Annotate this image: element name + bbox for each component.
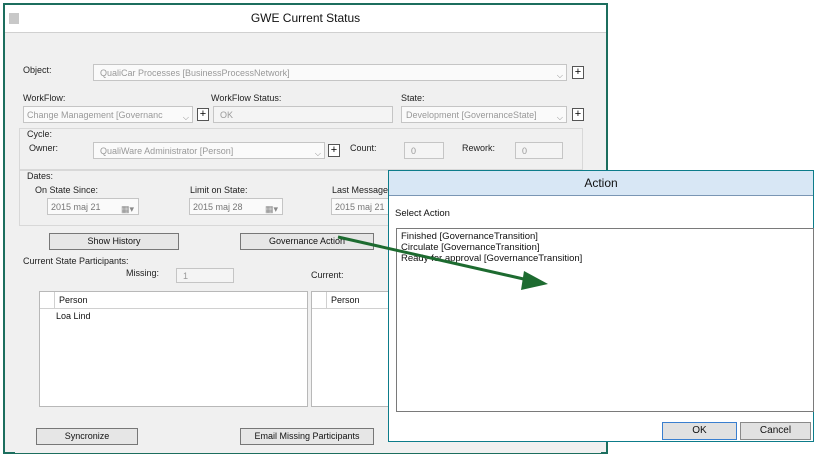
chevron-down-icon: ⌵ (182, 113, 189, 122)
missing-list-header-person[interactable]: Person (54, 292, 307, 308)
list-item[interactable]: Ready for approval [GovernanceTransition… (401, 253, 582, 264)
syncronize-button[interactable]: Syncronize (36, 428, 138, 445)
limit-on-state-value: 2015 maj 28 (193, 202, 243, 212)
chevron-down-icon: ⌵ (556, 71, 563, 80)
add-owner-button[interactable]: + (328, 144, 340, 157)
window-menu-icon[interactable] (9, 13, 19, 24)
workflow-label: WorkFlow: (23, 93, 66, 103)
on-state-since-label: On State Since: (35, 185, 99, 195)
missing-participants-list[interactable]: Person Loa Lind (39, 291, 308, 407)
list-item[interactable]: Finished [GovernanceTransition] (401, 231, 538, 242)
object-label: Object: (23, 65, 52, 75)
action-dialog: Action Select Action Finished [Governanc… (388, 170, 814, 442)
missing-count-value: 1 (183, 271, 189, 281)
current-list-header: Person (312, 292, 394, 309)
object-select-value: QualiCar Processes [BusinessProcessNetwo… (100, 68, 290, 78)
email-missing-participants-button[interactable]: Email Missing Participants (240, 428, 374, 445)
dates-label: Dates: (27, 171, 54, 181)
state-label: State: (401, 93, 425, 103)
count-value: 0 (411, 146, 417, 156)
calendar-icon[interactable]: ▦▾ (265, 201, 278, 214)
cancel-button[interactable]: Cancel (740, 422, 811, 440)
add-workflow-button[interactable]: + (197, 108, 209, 121)
on-state-since-value: 2015 maj 21 (51, 202, 101, 212)
rework-field: 0 (515, 142, 563, 159)
list-item[interactable]: Circulate [GovernanceTransition] (401, 242, 540, 253)
ok-button[interactable]: OK (662, 422, 737, 440)
rework-value: 0 (522, 146, 528, 156)
participants-label: Current State Participants: (23, 256, 129, 266)
workflow-status-field: OK (213, 106, 393, 123)
dialog-title: Action (389, 171, 813, 196)
action-list[interactable]: Finished [GovernanceTransition] Circulat… (396, 228, 814, 412)
current-participants-list[interactable]: Person (311, 291, 395, 407)
owner-label: Owner: (29, 143, 59, 153)
show-history-button[interactable]: Show History (49, 233, 179, 250)
workflow-select[interactable]: Change Management [Governanc ⌵ (23, 106, 193, 123)
current-list-header-person[interactable]: Person (326, 292, 394, 308)
missing-label: Missing: (126, 268, 160, 278)
governance-action-button[interactable]: Governance Action (240, 233, 374, 250)
select-action-label: Select Action (395, 208, 450, 219)
cycle-label: Cycle: (27, 129, 53, 139)
current-label: Current: (311, 270, 344, 280)
owner-select-value: QualiWare Administrator [Person] (100, 146, 234, 156)
on-state-since-date[interactable]: 2015 maj 21 ▦▾ (47, 198, 139, 215)
state-select[interactable]: Development [GovernanceState] ⌵ (401, 106, 567, 123)
state-select-value: Development [GovernanceState] (406, 110, 537, 120)
object-select[interactable]: QualiCar Processes [BusinessProcessNetwo… (93, 64, 567, 81)
limit-on-state-date[interactable]: 2015 maj 28 ▦▾ (189, 198, 283, 215)
count-label: Count: (350, 143, 377, 153)
window-title: GWE Current Status (5, 5, 606, 33)
rework-label: Rework: (462, 143, 496, 153)
chevron-down-icon: ⌵ (314, 149, 321, 158)
count-field: 0 (404, 142, 444, 159)
workflow-select-value: Change Management [Governanc (27, 110, 163, 120)
last-message-date[interactable]: 2015 maj 21 (331, 198, 395, 215)
missing-list-header: Person (40, 292, 307, 309)
last-message-label: Last Message: (332, 185, 391, 195)
limit-on-state-label: Limit on State: (190, 185, 248, 195)
add-object-button[interactable]: + (572, 66, 584, 79)
add-state-button[interactable]: + (572, 108, 584, 121)
chevron-down-icon: ⌵ (556, 113, 563, 122)
last-message-value: 2015 maj 21 (335, 202, 385, 212)
owner-select[interactable]: QualiWare Administrator [Person] ⌵ (93, 142, 325, 159)
list-item[interactable]: Loa Lind (56, 311, 91, 321)
workflow-status-value: OK (220, 110, 234, 120)
calendar-icon[interactable]: ▦▾ (121, 201, 134, 214)
workflow-status-label: WorkFlow Status: (211, 93, 282, 103)
missing-count-field: 1 (176, 268, 234, 283)
